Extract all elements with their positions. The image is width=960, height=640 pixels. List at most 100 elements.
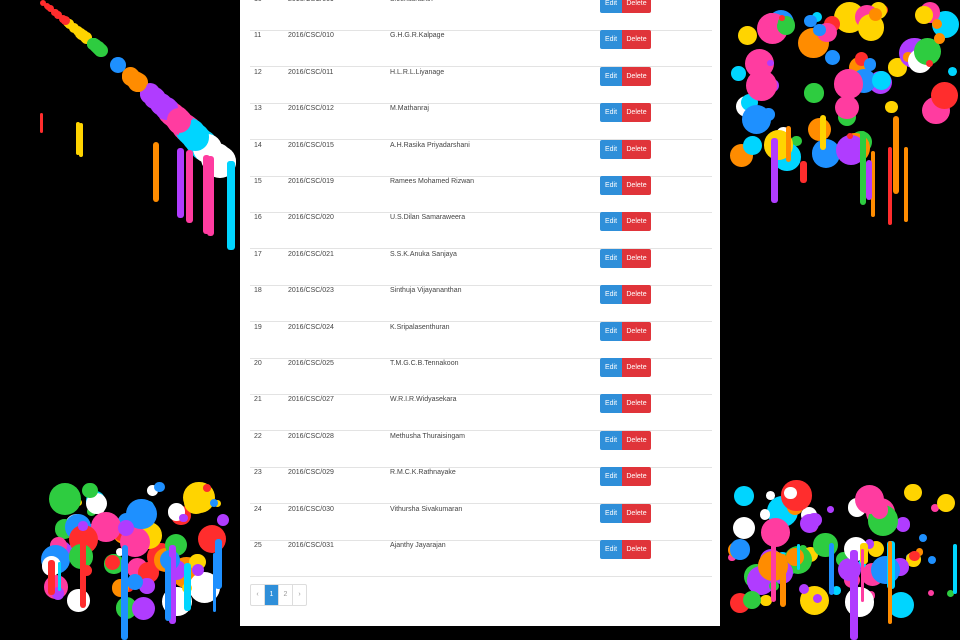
table-row: 21 2016/CSC/027 W.R.I.R.Widyasekara Edit Del… [250, 394, 712, 432]
delete-button[interactable]: Delete [622, 0, 651, 13]
pagination-prev[interactable]: ‹ [251, 585, 265, 605]
registration-number: 2016/CSC/015 [288, 141, 334, 149]
table-row: 17 2016/CSC/021 S.S.K.Anuka Sanjaya Edit Del… [250, 248, 712, 286]
paint-blob [914, 6, 933, 24]
student-name: S.S.K.Anuka Sanjaya [390, 250, 457, 258]
delete-button[interactable]: Delete [622, 66, 651, 86]
student-list-panel: 102016/CSC/009S.JenushanthEditDelete11 20… [240, 0, 720, 626]
paint-blob [763, 13, 779, 28]
row-number: 10 [254, 0, 262, 3]
edit-button[interactable]: Edit [600, 176, 622, 195]
row-number: 11 [254, 32, 262, 40]
paint-blob [919, 534, 928, 543]
delete-button[interactable]: Delete [622, 321, 651, 341]
edit-button[interactable]: Edit [600, 285, 622, 305]
row-number: 19 [254, 323, 262, 331]
table-row: 18 2016/CSC/023 Sinthuja Vijayananthan Edit… [250, 285, 712, 323]
paint-blob [927, 555, 937, 565]
paint-blob [66, 589, 90, 612]
paint-drip [887, 540, 892, 624]
student-name: K.Sripalasenthuran [390, 323, 450, 331]
row-number: 14 [254, 141, 262, 149]
paint-drip [183, 562, 192, 612]
paint-blob [742, 104, 772, 134]
paint-blob [908, 550, 920, 562]
row-number: 20 [254, 360, 262, 367]
edit-button[interactable]: Edit [600, 467, 622, 487]
paint-drip [153, 141, 159, 203]
delete-button[interactable]: Delete [622, 358, 651, 377]
edit-button[interactable]: Edit [600, 66, 622, 86]
paint-blob [825, 49, 841, 66]
student-name: Sinthuja Vijayananthan [390, 287, 462, 295]
edit-button[interactable]: Edit [600, 212, 622, 232]
student-name: M.Mathanraj [390, 105, 429, 113]
table-row: 25 2016/CSC/031 Ajanthy Jayarajan Edit Delet… [250, 540, 712, 577]
row-number: 17 [254, 250, 262, 258]
pagination-page-2[interactable]: 2 [279, 585, 293, 605]
row-number: 24 [254, 505, 262, 513]
edit-button[interactable]: Edit [600, 430, 622, 450]
delete-button[interactable]: Delete [622, 139, 651, 159]
row-number: 13 [254, 105, 262, 113]
edit-button[interactable]: Edit [600, 248, 622, 268]
paint-blob [730, 66, 746, 82]
paint-blob [835, 95, 859, 120]
edit-button[interactable]: Edit [600, 103, 622, 123]
paint-drip [771, 534, 777, 603]
row-number: 16 [254, 214, 262, 222]
paint-drip [164, 556, 171, 622]
delete-button[interactable]: Delete [622, 176, 651, 195]
delete-button[interactable]: Delete [622, 103, 651, 123]
paint-blob [931, 19, 942, 30]
edit-button[interactable]: Edit [600, 321, 622, 341]
paint-blob [833, 69, 863, 99]
paint-blob [927, 589, 935, 597]
paint-drip [57, 561, 62, 591]
delete-button[interactable]: Delete [622, 212, 651, 232]
table-row: 13 2016/CSC/012 M.Mathanraj Edit Delete [250, 103, 712, 141]
paint-drip [866, 160, 872, 200]
paint-drip [40, 112, 43, 133]
student-name: U.S.Dilan Samaraweera [390, 214, 466, 222]
paint-blob [885, 100, 898, 113]
registration-number: 2016/CSC/010 [288, 32, 334, 40]
paint-drip [122, 545, 129, 613]
row-number: 23 [254, 469, 262, 477]
edit-button[interactable]: Edit [600, 0, 622, 13]
student-name: W.R.I.R.Widyasekara [390, 396, 457, 404]
paint-drip [800, 160, 808, 184]
delete-button[interactable]: Delete [622, 503, 651, 523]
delete-button[interactable]: Delete [622, 430, 651, 450]
registration-number: 2016/CSC/012 [288, 105, 334, 113]
edit-button[interactable]: Edit [600, 394, 622, 414]
paint-blob [729, 539, 751, 560]
paint-blob [766, 490, 776, 500]
paint-blob [855, 484, 885, 514]
paint-blob [104, 555, 120, 571]
delete-button[interactable]: Delete [622, 30, 651, 50]
pagination-next[interactable]: › [293, 585, 306, 605]
paint-drip [904, 146, 908, 223]
delete-button[interactable]: Delete [622, 248, 651, 268]
table-row: 12 2016/CSC/011 H.L.R.L.Liyanage Edit Delete [250, 66, 712, 104]
paint-blob [732, 516, 756, 540]
paint-blob [81, 482, 98, 499]
edit-button[interactable]: Edit [600, 503, 622, 523]
pagination-page-1[interactable]: 1 [265, 585, 279, 605]
edit-button[interactable]: Edit [600, 358, 622, 377]
delete-button[interactable]: Delete [622, 285, 651, 305]
paint-drip [206, 155, 215, 237]
paint-blob [127, 573, 144, 590]
edit-button[interactable]: Edit [600, 30, 622, 50]
delete-button[interactable]: Delete [622, 540, 651, 559]
row-number: 12 [254, 68, 262, 76]
paint-drip [780, 553, 786, 608]
table-row: 19 2016/CSC/024 K.Sripalasenthuran Edit Dele… [250, 321, 712, 359]
edit-button[interactable]: Edit [600, 139, 622, 159]
table-row: 10 2016/CSC/009 S.Jenushanth EditDelete [250, 0, 712, 31]
delete-button[interactable]: Delete [622, 394, 651, 414]
paint-blob [68, 22, 79, 33]
delete-button[interactable]: Delete [622, 467, 651, 487]
edit-button[interactable]: Edit [600, 540, 622, 559]
